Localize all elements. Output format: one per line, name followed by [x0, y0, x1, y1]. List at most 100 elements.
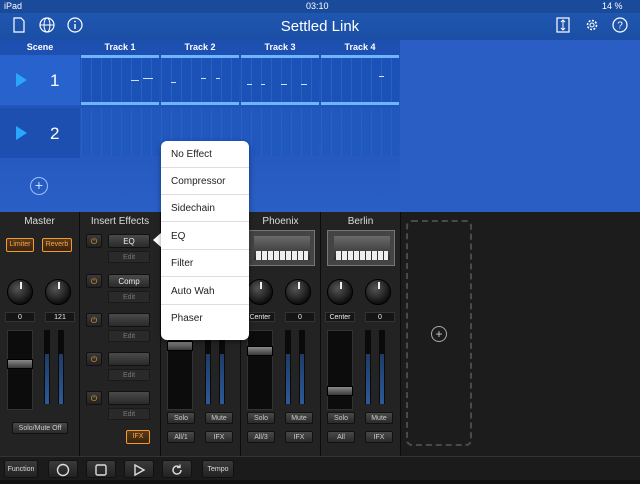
ifx-button[interactable]: IFX	[285, 431, 313, 443]
ifx-button[interactable]: IFX	[365, 431, 393, 443]
clip-track3-scene1[interactable]	[241, 55, 319, 105]
fx-name-button[interactable]	[108, 352, 150, 366]
master-knob-right[interactable]	[45, 279, 71, 305]
play-icon[interactable]	[16, 126, 27, 140]
master-title: Master	[24, 216, 55, 227]
gear-icon[interactable]	[583, 17, 601, 35]
power-icon[interactable]: ⏻	[86, 313, 102, 327]
pan-knob[interactable]	[327, 279, 353, 305]
solo-mute-off-button[interactable]: Solo/Mute Off	[12, 422, 68, 434]
fx-name-button[interactable]	[108, 313, 150, 327]
play-button[interactable]	[124, 460, 154, 478]
all-button[interactable]: All/3	[247, 431, 275, 443]
reverb-button[interactable]: Reverb	[42, 238, 72, 252]
level-meter	[205, 330, 211, 404]
menu-item-no-effect[interactable]: No Effect	[161, 141, 249, 168]
pan-knob[interactable]	[247, 279, 273, 305]
mute-button[interactable]: Mute	[365, 412, 393, 424]
volume-value: 0	[285, 312, 315, 322]
level-meter	[365, 330, 371, 404]
scene-row-1[interactable]: 1	[0, 55, 80, 105]
channel-fader-track[interactable]	[167, 330, 193, 410]
play-icon[interactable]	[16, 73, 27, 87]
scene-header: Scene	[26, 42, 54, 52]
fx-slot-2: ⏻ Comp Edit	[86, 274, 152, 303]
fx-slot-3: ⏻ Edit	[86, 313, 152, 342]
empty-slot[interactable]	[81, 108, 159, 156]
menu-item-phaser[interactable]: Phaser	[161, 305, 249, 332]
level-meter	[219, 330, 225, 404]
clip-track4-scene1[interactable]	[321, 55, 399, 105]
limiter-button[interactable]: Limiter	[6, 238, 34, 252]
volume-knob[interactable]	[285, 279, 311, 305]
menu-item-compressor[interactable]: Compressor	[161, 168, 249, 195]
track-header-3[interactable]: Track 3	[240, 42, 320, 52]
stop-button[interactable]	[86, 460, 116, 478]
fx-slot-5: ⏻ Edit	[86, 391, 152, 420]
fx-name-button[interactable]	[108, 391, 150, 405]
fader-cap[interactable]	[247, 346, 273, 356]
function-button[interactable]: Function	[4, 460, 38, 478]
fx-name-button[interactable]: Comp	[108, 274, 150, 288]
ifx-button[interactable]: IFX	[126, 430, 150, 444]
edit-button[interactable]: Edit	[108, 369, 150, 381]
power-icon[interactable]: ⏻	[86, 234, 102, 248]
fader-cap[interactable]	[7, 359, 33, 369]
menu-item-auto-wah[interactable]: Auto Wah	[161, 278, 249, 305]
pan-value: Center	[325, 312, 355, 322]
track-header-2[interactable]: Track 2	[160, 42, 240, 52]
clock: 03:10	[306, 1, 329, 11]
channel-fader-track[interactable]	[327, 330, 353, 410]
clip-track2-scene1[interactable]	[161, 55, 239, 105]
record-button[interactable]	[48, 460, 78, 478]
clip-track1-scene1[interactable]	[81, 55, 159, 105]
loop-button[interactable]	[162, 460, 192, 478]
menu-item-sidechain[interactable]: Sidechain	[161, 195, 249, 222]
master-value-right: 121	[45, 312, 75, 322]
add-track-icon[interactable]: +	[431, 326, 447, 342]
tempo-button[interactable]: Tempo	[202, 460, 234, 478]
fader-cap[interactable]	[327, 386, 353, 396]
volume-knob[interactable]	[365, 279, 391, 305]
all-button[interactable]: All	[327, 431, 355, 443]
synth-thumbnail[interactable]	[247, 230, 315, 266]
fader-cap[interactable]	[167, 341, 193, 351]
solo-button[interactable]: Solo	[247, 412, 275, 424]
pan-value: Center	[245, 312, 275, 322]
empty-slot[interactable]	[241, 108, 319, 156]
help-icon[interactable]: ?	[611, 17, 629, 35]
channel-strip-berlin: Berlin Center 0 Solo Mute All IFX	[321, 212, 401, 456]
master-fader-track[interactable]	[7, 330, 33, 410]
edit-button[interactable]: Edit	[108, 291, 150, 303]
scene-number: 2	[50, 124, 60, 143]
master-knob-left[interactable]	[7, 279, 33, 305]
channel-title: Phoenix	[262, 216, 299, 227]
fx-name-button[interactable]: EQ	[108, 234, 150, 248]
level-meter	[44, 330, 50, 404]
edit-button[interactable]: Edit	[108, 251, 150, 263]
edit-button[interactable]: Edit	[108, 408, 150, 420]
scene-row-2[interactable]: 2	[0, 108, 80, 158]
all-button[interactable]: All/1	[167, 431, 195, 443]
solo-button[interactable]: Solo	[327, 412, 355, 424]
resize-icon[interactable]	[554, 17, 572, 35]
effect-menu: No Effect Compressor Sidechain EQ Filter…	[161, 141, 249, 340]
menu-item-filter[interactable]: Filter	[161, 250, 249, 277]
track-header-4[interactable]: Track 4	[320, 42, 400, 52]
power-icon[interactable]: ⏻	[86, 391, 102, 405]
edit-button[interactable]: Edit	[108, 330, 150, 342]
channel-fader-track[interactable]	[247, 330, 273, 410]
ifx-button[interactable]: IFX	[205, 431, 233, 443]
channel-strip-phoenix: Phoenix Center 0 Solo Mute All/3 IFX	[241, 212, 321, 456]
power-icon[interactable]: ⏻	[86, 352, 102, 366]
synth-thumbnail[interactable]	[327, 230, 395, 266]
mute-button[interactable]: Mute	[205, 412, 233, 424]
add-scene-icon[interactable]: +	[30, 177, 48, 195]
mute-button[interactable]: Mute	[285, 412, 313, 424]
track-header-1[interactable]: Track 1	[80, 42, 160, 52]
solo-button[interactable]: Solo	[167, 412, 195, 424]
menu-item-eq[interactable]: EQ	[161, 223, 249, 250]
power-icon[interactable]: ⏻	[86, 274, 102, 288]
volume-value: 0	[365, 312, 395, 322]
empty-slot[interactable]	[321, 108, 399, 156]
